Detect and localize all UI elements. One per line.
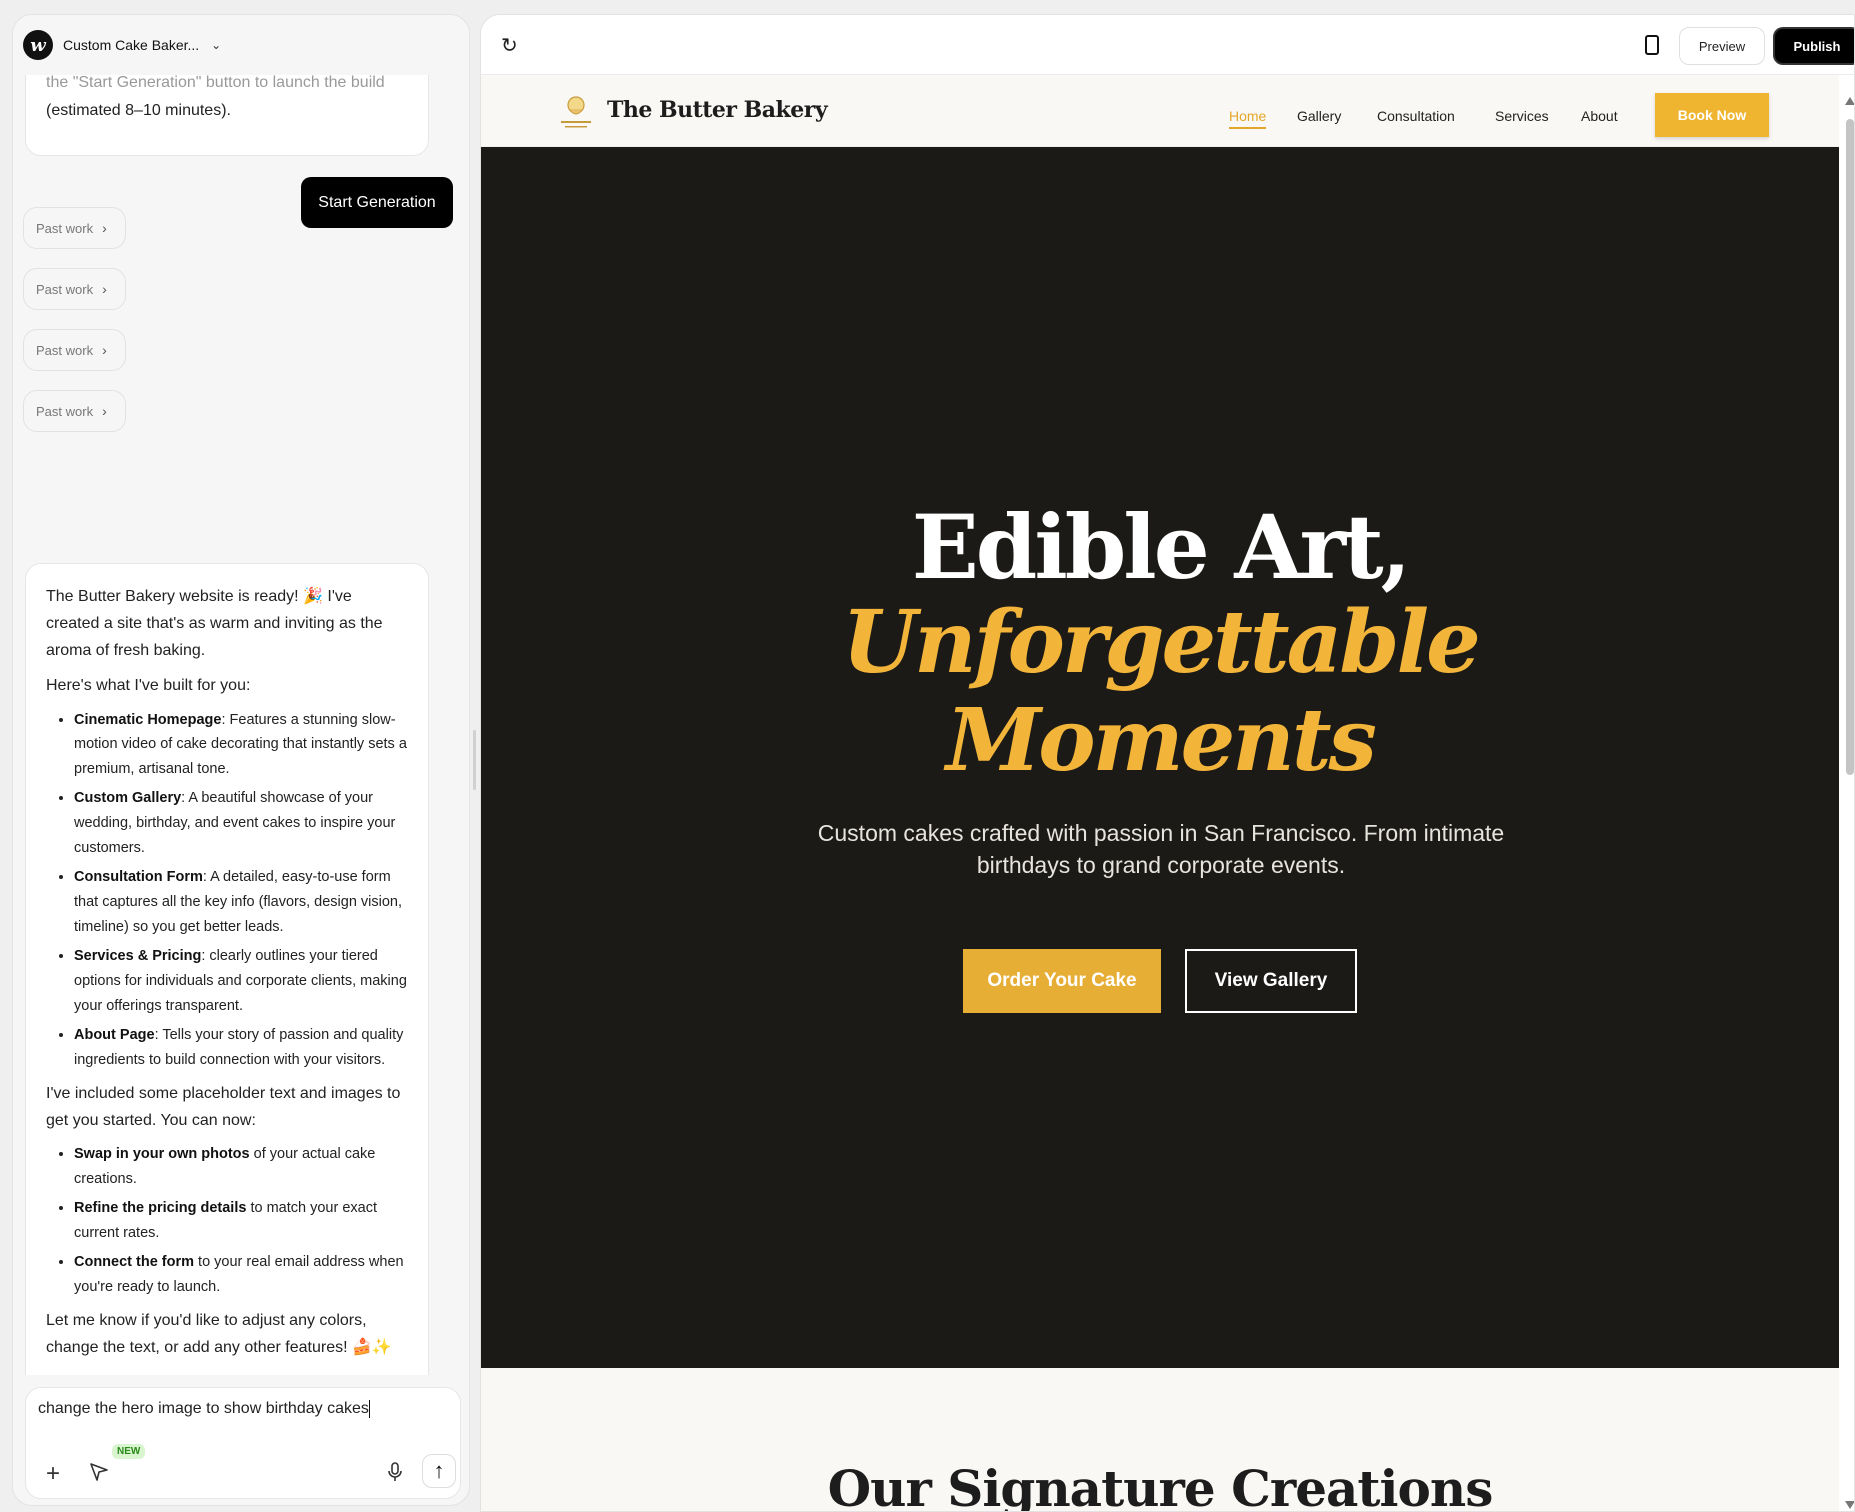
chevron-right-icon: › bbox=[102, 342, 107, 358]
hero-title-line3: Moments bbox=[946, 690, 1377, 791]
section-title: Our Signature Creations bbox=[827, 1459, 1494, 1512]
book-now-button[interactable]: Book Now bbox=[1655, 93, 1769, 137]
message-composer: change the hero image to show birthday c… bbox=[25, 1387, 461, 1499]
website-preview[interactable]: The Butter Bakery Home Gallery Consultat… bbox=[481, 75, 1839, 1512]
chevron-right-icon: › bbox=[102, 403, 107, 419]
refresh-icon[interactable]: ↻ bbox=[501, 33, 518, 58]
preview-button[interactable]: Preview bbox=[1679, 27, 1765, 65]
send-button[interactable]: ↑ bbox=[422, 1454, 456, 1488]
nav-link-gallery[interactable]: Gallery bbox=[1297, 108, 1341, 124]
list-item: Consultation Form: A detailed, easy-to-u… bbox=[74, 865, 408, 940]
preview-scrollbar[interactable] bbox=[1843, 89, 1854, 1511]
chat-panel: w Custom Cake Baker... ⌄ the "Start Gene… bbox=[12, 14, 470, 1506]
list-item: About Page: Tells your story of passion … bbox=[74, 1023, 408, 1073]
message-closing: Let me know if you'd like to adjust any … bbox=[46, 1312, 392, 1356]
previous-message-tail: (estimated 8–10 minutes). bbox=[46, 102, 231, 119]
bakery-logo[interactable] bbox=[555, 93, 597, 133]
nav-link-consultation[interactable]: Consultation bbox=[1377, 108, 1455, 124]
scroll-down-arrow[interactable] bbox=[1845, 1501, 1854, 1509]
prompt-input[interactable]: change the hero image to show birthday c… bbox=[38, 1400, 370, 1418]
chat-header: w Custom Cake Baker... ⌄ bbox=[13, 15, 469, 75]
previous-message-text: the "Start Generation" button to launch … bbox=[46, 75, 385, 91]
nav-link-home[interactable]: Home bbox=[1229, 108, 1267, 129]
past-work-label: Past work bbox=[36, 403, 94, 419]
mobile-device-icon[interactable] bbox=[1645, 35, 1659, 55]
panel-resize-handle[interactable] bbox=[473, 730, 476, 790]
app-logo[interactable]: w bbox=[23, 30, 53, 60]
nav-link-about[interactable]: About bbox=[1581, 108, 1618, 124]
list-item: Refine the pricing details to match your… bbox=[74, 1196, 408, 1246]
hero-subtitle: Custom cakes crafted with passion in San… bbox=[817, 820, 1505, 879]
nav-link-services[interactable]: Services bbox=[1495, 108, 1549, 124]
built-features-list: Cinematic Homepage: Features a stunning … bbox=[46, 708, 408, 1073]
list-item: Connect the form to your real email addr… bbox=[74, 1250, 408, 1300]
chevron-right-icon: › bbox=[102, 220, 107, 236]
start-generation-button[interactable]: Start Generation bbox=[301, 177, 453, 228]
site-preview-panel: ↻ Preview Publish The Butter Bakery Home… bbox=[480, 14, 1855, 1512]
message-next-heading: I've included some placeholder text and … bbox=[46, 1084, 401, 1129]
cursor-select-icon[interactable] bbox=[88, 1461, 110, 1483]
message-built-heading: Here's what I've built for you: bbox=[46, 676, 251, 694]
chat-messages[interactable]: the "Start Generation" button to launch … bbox=[13, 75, 469, 1375]
list-item: Swap in your own photos of your actual c… bbox=[74, 1142, 408, 1192]
preview-toolbar: ↻ Preview Publish bbox=[481, 15, 1854, 75]
chevron-right-icon: › bbox=[102, 281, 107, 297]
publish-button[interactable]: Publish bbox=[1773, 27, 1854, 65]
past-work-label: Past work bbox=[36, 220, 94, 236]
past-work-button[interactable]: Past work › bbox=[23, 268, 126, 310]
list-item: Services & Pricing: clearly outlines you… bbox=[74, 944, 408, 1019]
project-name[interactable]: Custom Cake Baker... bbox=[63, 37, 199, 53]
hero-section: Edible Art, Unforgettable Moments Custom… bbox=[481, 147, 1839, 1368]
site-brand-name[interactable]: The Butter Bakery bbox=[607, 97, 828, 123]
hero-title-line2: Unforgettable bbox=[842, 592, 1481, 693]
past-work-button[interactable]: Past work › bbox=[23, 329, 126, 371]
next-steps-list: Swap in your own photos of your actual c… bbox=[46, 1142, 408, 1300]
list-item: Cinematic Homepage: Features a stunning … bbox=[74, 708, 408, 783]
new-badge: NEW bbox=[112, 1444, 146, 1459]
chevron-down-icon[interactable]: ⌄ bbox=[211, 38, 221, 52]
past-work-label: Past work bbox=[36, 342, 94, 358]
microphone-icon[interactable] bbox=[386, 1461, 404, 1483]
message-intro: The Butter Bakery website is ready! 🎉 I'… bbox=[46, 588, 383, 659]
assistant-message: The Butter Bakery website is ready! 🎉 I'… bbox=[25, 563, 429, 1375]
list-item: Custom Gallery: A beautiful showcase of … bbox=[74, 786, 408, 861]
past-work-label: Past work bbox=[36, 281, 94, 297]
hero-title-line1: Edible Art, bbox=[911, 495, 1412, 599]
scrollbar-thumb[interactable] bbox=[1846, 119, 1854, 775]
assistant-message-previous: the "Start Generation" button to launch … bbox=[25, 75, 429, 156]
site-navbar: The Butter Bakery Home Gallery Consultat… bbox=[481, 75, 1839, 147]
past-work-button[interactable]: Past work › bbox=[23, 207, 126, 249]
past-work-button[interactable]: Past work › bbox=[23, 390, 126, 432]
arrow-up-icon: ↑ bbox=[433, 1458, 445, 1483]
view-gallery-button[interactable]: View Gallery bbox=[1185, 949, 1357, 1013]
plus-icon[interactable]: + bbox=[46, 1462, 60, 1486]
order-cake-button[interactable]: Order Your Cake bbox=[963, 949, 1161, 1013]
scroll-up-arrow[interactable] bbox=[1845, 97, 1854, 105]
